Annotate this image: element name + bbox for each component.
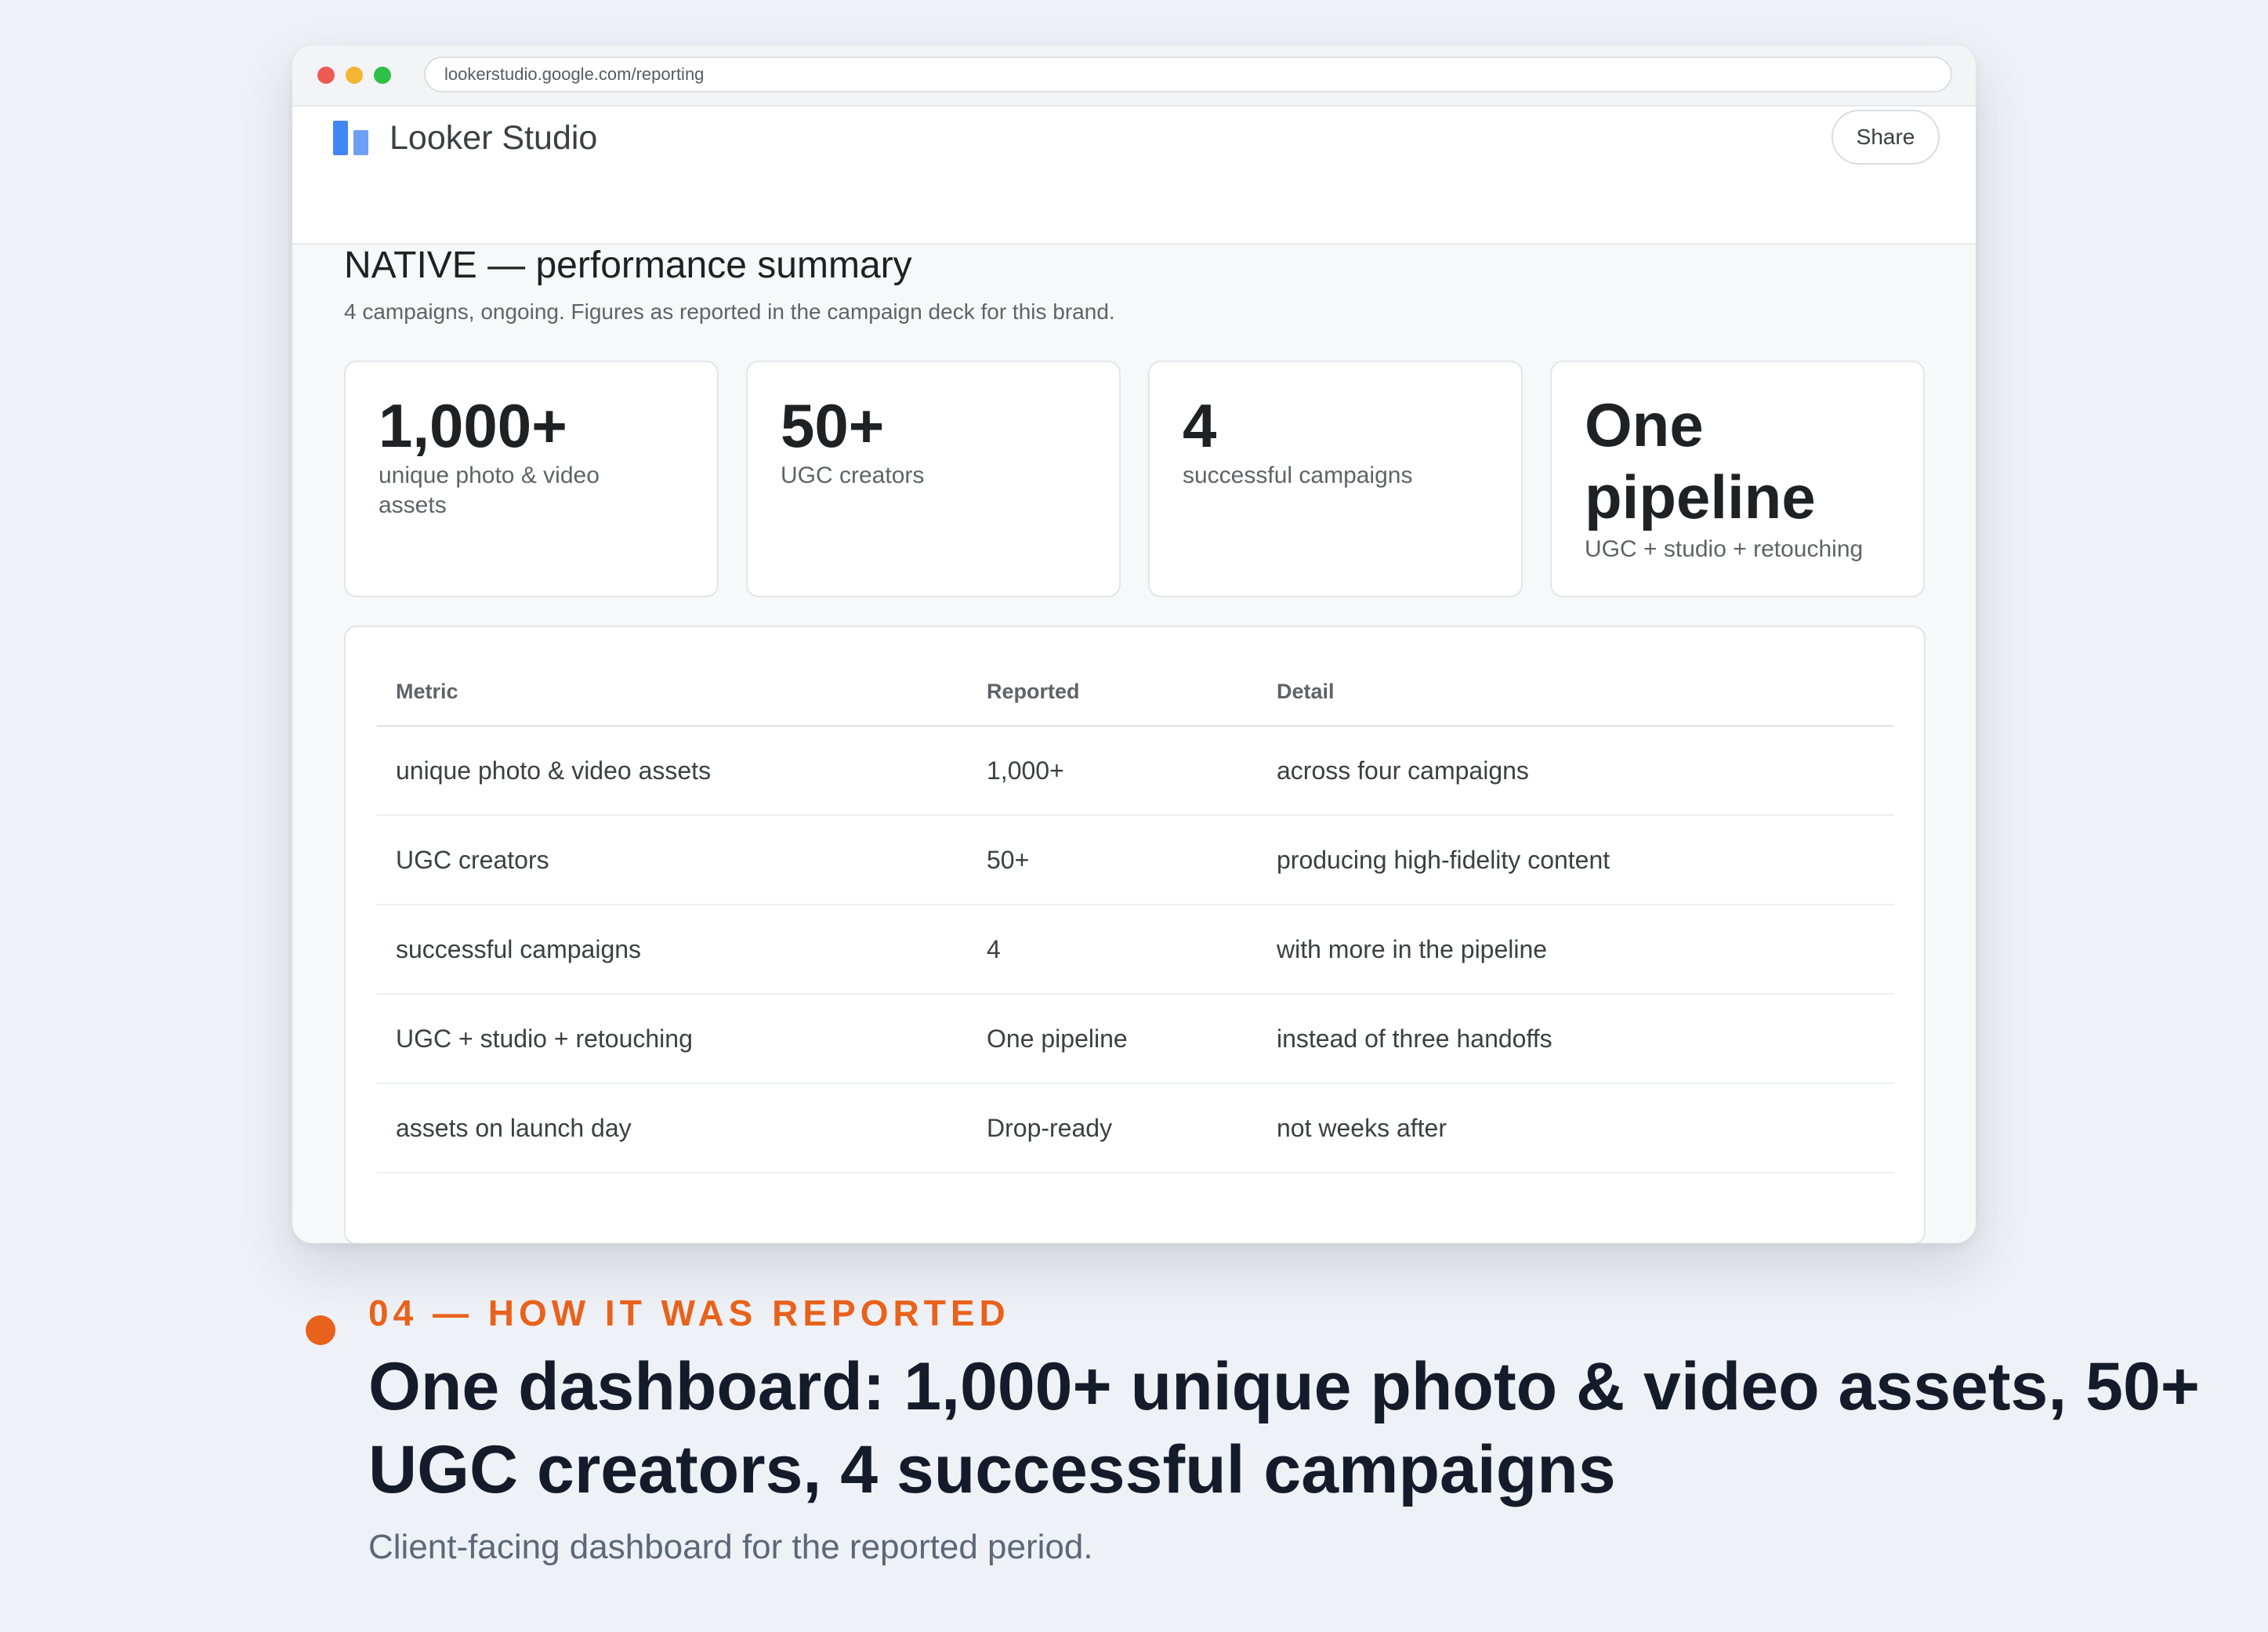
accent-dot [306, 1315, 335, 1345]
scorecard-campaigns: 4 successful campaigns [1148, 361, 1523, 597]
section-eyebrow: 04 — HOW IT WAS REPORTED [368, 1293, 1010, 1333]
caption-headline: One dashboard: 1,000+ unique photo & vid… [368, 1349, 2200, 1507]
cell-reported: One pipeline [968, 994, 1258, 1084]
app-title: Looker Studio [389, 119, 598, 157]
scorecard-label: successful campaigns [1183, 462, 1413, 488]
scorecard-value: 4 [1183, 391, 1217, 460]
report-title: NATIVE — performance summary [344, 245, 912, 286]
browser-window: lookerstudio.google.com/reporting Looker… [292, 45, 1976, 1243]
scorecard-creators: 50+ UGC creators [746, 361, 1121, 597]
cell-detail: instead of three handoffs [1258, 994, 1894, 1084]
cell-metric: assets on launch day [377, 1083, 968, 1173]
cell-detail: not weeks after [1258, 1083, 1894, 1173]
table-header-row: Metric Reported Detail [377, 658, 1894, 727]
close-window-button[interactable] [317, 67, 335, 84]
maximize-window-button[interactable] [374, 67, 391, 84]
address-bar[interactable]: lookerstudio.google.com/reporting [424, 56, 1952, 92]
column-header-reported[interactable]: Reported [968, 658, 1258, 727]
cell-reported: Drop-ready [968, 1083, 1258, 1173]
scorecard-value: One pipeline [1585, 390, 1816, 531]
column-header-detail[interactable]: Detail [1258, 658, 1894, 727]
report-subtitle: 4 campaigns, ongoing. Figures as reporte… [344, 299, 1115, 324]
column-header-metric[interactable]: Metric [377, 658, 968, 727]
cell-reported: 1,000+ [968, 726, 1258, 816]
scorecard-label: UGC + studio + retouching [1585, 536, 1864, 562]
cell-reported: 4 [968, 905, 1258, 995]
table-row: UGC creators 50+ producing high-fidelity… [377, 815, 1894, 905]
scorecard-assets: 1,000+ unique photo & video assets [344, 361, 719, 597]
metrics-table-card: Metric Reported Detail unique photo & vi… [344, 626, 1926, 1243]
cell-metric: UGC + studio + retouching [377, 994, 968, 1084]
browser-titlebar: lookerstudio.google.com/reporting [292, 45, 1976, 107]
cell-detail: across four campaigns [1258, 726, 1894, 816]
caption-subtitle: Client-facing dashboard for the reported… [368, 1528, 1093, 1566]
scorecard-value: 1,000+ [379, 391, 567, 460]
looker-studio-logo-icon [333, 121, 371, 155]
cell-metric: successful campaigns [377, 905, 968, 995]
cell-detail: with more in the pipeline [1258, 905, 1894, 995]
table-row: UGC + studio + retouching One pipeline i… [377, 994, 1894, 1084]
minimize-window-button[interactable] [346, 67, 363, 84]
scorecard-label: UGC creators [781, 462, 925, 488]
table-row: unique photo & video assets 1,000+ acros… [377, 726, 1894, 816]
share-button[interactable]: Share [1831, 110, 1940, 165]
cell-metric: UGC creators [377, 815, 968, 905]
scorecard-pipeline: One pipeline UGC + studio + retouching [1550, 361, 1925, 597]
cell-reported: 50+ [968, 815, 1258, 905]
scorecard-label: unique photo & video assets [379, 462, 600, 518]
cell-detail: producing high-fidelity content [1258, 815, 1894, 905]
table-row: assets on launch day Drop-ready not week… [377, 1083, 1894, 1173]
table-row: successful campaigns 4 with more in the … [377, 905, 1894, 995]
scorecard-value: 50+ [781, 391, 885, 460]
cell-metric: unique photo & video assets [377, 726, 968, 816]
metrics-table: Metric Reported Detail unique photo & vi… [377, 658, 1894, 1173]
